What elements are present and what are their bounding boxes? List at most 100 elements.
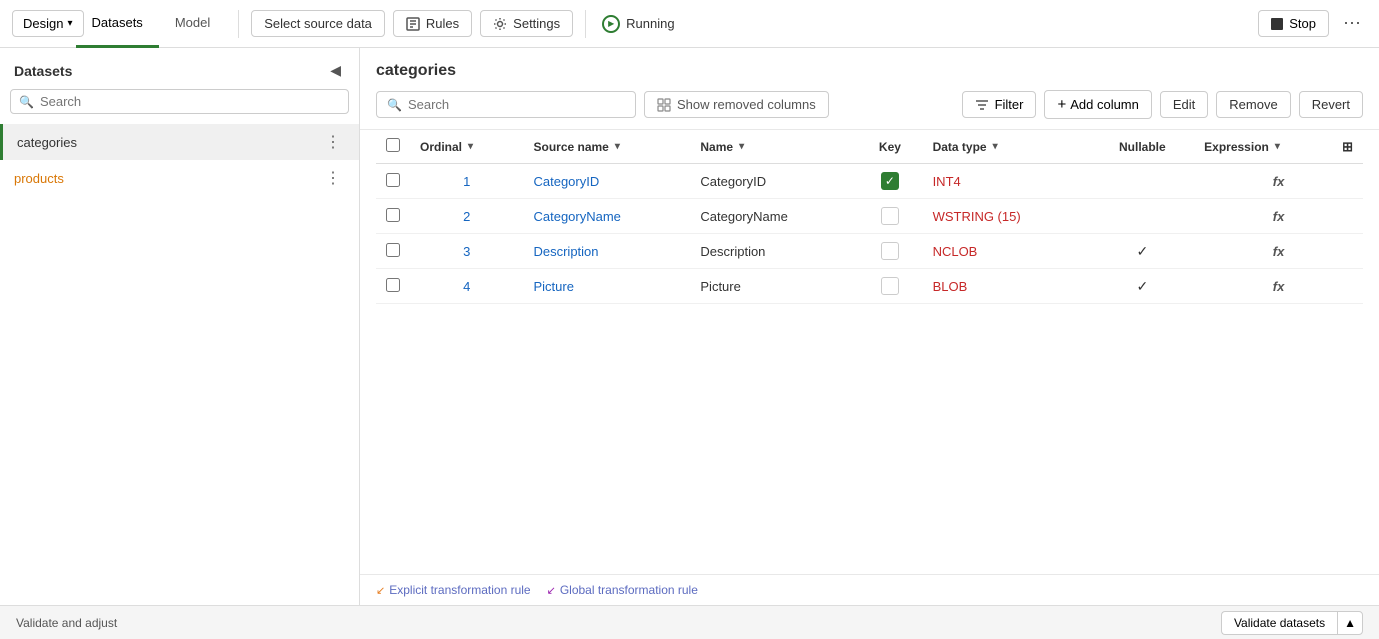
source-name-filter-icon[interactable]: ▾ [615, 141, 620, 152]
sidebar-search-input[interactable] [40, 94, 340, 109]
bottom-bar: Validate and adjust Validate datasets ▲ [0, 605, 1379, 639]
select-all-cell [376, 130, 410, 164]
global-arrow-icon: ↙ [547, 584, 556, 597]
filter-button[interactable]: Filter [962, 91, 1037, 118]
select-source-data-button[interactable]: Select source data [251, 10, 385, 37]
validate-adjust-label: Validate and adjust [16, 616, 117, 630]
cell-expression[interactable]: fx [1194, 164, 1363, 199]
data-table-container: Ordinal ▾ Source name ▾ [360, 130, 1379, 574]
fx-icon: fx [1273, 209, 1285, 224]
explicit-transformation-link[interactable]: ↙ Explicit transformation rule [376, 583, 531, 597]
cell-name: Picture [690, 269, 857, 304]
sidebar-item-categories-menu[interactable]: ⋮ [321, 132, 345, 152]
sidebar-item-products-menu[interactable]: ⋮ [321, 168, 345, 188]
row-checkbox-3[interactable] [386, 278, 400, 292]
rules-button[interactable]: Rules [393, 10, 472, 37]
main-layout: Datasets ◀ 🔍 categories ⋮ products ⋮ cat… [0, 48, 1379, 605]
design-dropdown[interactable]: Design ▾ [12, 10, 84, 37]
validate-datasets-button[interactable]: Validate datasets [1221, 611, 1337, 635]
content-search-box[interactable]: 🔍 [376, 91, 636, 118]
fx-icon: fx [1273, 174, 1285, 189]
separator [238, 10, 239, 38]
content-title: categories [360, 48, 1379, 90]
remove-button[interactable]: Remove [1216, 91, 1290, 118]
col-header-ordinal: Ordinal ▾ [410, 130, 523, 164]
validate-datasets-group: Validate datasets ▲ [1221, 611, 1363, 635]
table-row: 1CategoryIDCategoryID✓INT4fx [376, 164, 1363, 199]
sidebar: Datasets ◀ 🔍 categories ⋮ products ⋮ [0, 48, 360, 605]
columns-visibility-icon[interactable]: ⊞ [1342, 139, 1353, 155]
cell-source-name: CategoryID [523, 164, 690, 199]
data-type-filter-icon[interactable]: ▾ [993, 141, 998, 152]
table-body: 1CategoryIDCategoryID✓INT4fx2 CategoryNam… [376, 164, 1363, 304]
key-unchecked-icon [881, 207, 899, 225]
more-icon: ⋯ [1343, 13, 1361, 33]
grid-icon [657, 98, 671, 112]
col-header-name: Name ▾ [690, 130, 857, 164]
cell-nullable: ✓ [1091, 269, 1195, 304]
add-column-button[interactable]: + Add column [1044, 90, 1151, 119]
cell-data-type: WSTRING (15) [923, 199, 1091, 234]
sidebar-item-categories-label: categories [17, 135, 77, 150]
stop-button[interactable]: Stop [1258, 10, 1329, 37]
cell-expression[interactable]: fx [1194, 234, 1363, 269]
tab-model[interactable]: Model [159, 0, 226, 48]
col-header-source-name: Source name ▾ [523, 130, 690, 164]
ordinal-filter-icon[interactable]: ▾ [468, 141, 473, 152]
cell-key [857, 199, 922, 234]
running-circle-icon [602, 15, 620, 33]
show-removed-columns-button[interactable]: Show removed columns [644, 91, 829, 118]
tab-datasets[interactable]: Datasets [76, 0, 159, 48]
cell-name: Description [690, 234, 857, 269]
sidebar-title: Datasets [14, 63, 72, 79]
stop-icon [1271, 18, 1283, 30]
sidebar-item-categories[interactable]: categories ⋮ [0, 124, 359, 160]
cell-nullable [1091, 164, 1195, 199]
cell-ordinal: 2 [410, 199, 523, 234]
table-row: 2CategoryNameCategoryNameWSTRING (15)fx [376, 199, 1363, 234]
cell-key: ✓ [857, 164, 922, 199]
more-options-button[interactable]: ⋯ [1337, 9, 1367, 38]
content-search-icon: 🔍 [387, 98, 402, 112]
global-transformation-link[interactable]: ↙ Global transformation rule [547, 583, 698, 597]
row-checkbox-0[interactable] [386, 173, 400, 187]
content-search-input[interactable] [408, 97, 625, 112]
col-header-data-type: Data type ▾ [923, 130, 1091, 164]
sidebar-item-products[interactable]: products ⋮ [0, 160, 359, 196]
row-checkbox-1[interactable] [386, 208, 400, 222]
row-checkbox-2[interactable] [386, 243, 400, 257]
chevron-up-icon: ▲ [1344, 616, 1356, 630]
sidebar-search-box[interactable]: 🔍 [10, 89, 349, 114]
cell-name: CategoryID [690, 164, 857, 199]
cell-source-name: Description [523, 234, 690, 269]
fx-icon: fx [1273, 244, 1285, 259]
edit-button[interactable]: Edit [1160, 91, 1208, 118]
cell-nullable: ✓ [1091, 234, 1195, 269]
validate-datasets-chevron[interactable]: ▲ [1337, 611, 1363, 635]
cell-data-type: BLOB [923, 269, 1091, 304]
cell-expression[interactable]: fx [1194, 269, 1363, 304]
col-header-key: Key [857, 130, 922, 164]
search-icon: 🔍 [19, 95, 34, 109]
cell-expression[interactable]: fx [1194, 199, 1363, 234]
fx-icon: fx [1273, 279, 1285, 294]
cell-source-name: Picture [523, 269, 690, 304]
plus-icon: + [1057, 96, 1066, 113]
cell-name: CategoryName [690, 199, 857, 234]
select-all-checkbox[interactable] [386, 138, 400, 152]
cell-nullable [1091, 199, 1195, 234]
key-unchecked-icon [881, 277, 899, 295]
cell-ordinal: 3 [410, 234, 523, 269]
transformation-links: ↙ Explicit transformation rule ↙ Global … [360, 574, 1379, 605]
settings-icon [493, 17, 507, 31]
revert-button[interactable]: Revert [1299, 91, 1363, 118]
expression-filter-icon[interactable]: ▾ [1275, 141, 1280, 152]
cell-ordinal: 4 [410, 269, 523, 304]
topbar: Design ▾ Datasets Datasets Datasets Mode… [0, 0, 1379, 48]
name-filter-icon[interactable]: ▾ [739, 141, 744, 152]
sidebar-header: Datasets ◀ [0, 48, 359, 89]
settings-button[interactable]: Settings [480, 10, 573, 37]
nullable-check-icon: ✓ [1136, 243, 1148, 259]
cell-key [857, 234, 922, 269]
collapse-sidebar-button[interactable]: ◀ [326, 60, 345, 81]
